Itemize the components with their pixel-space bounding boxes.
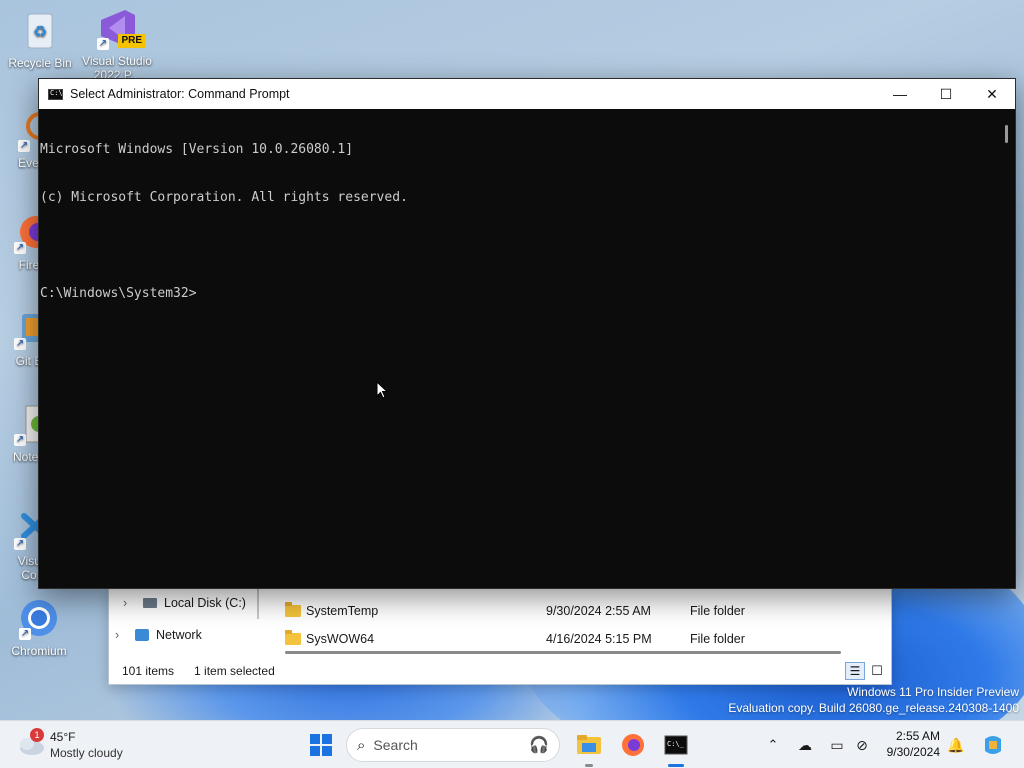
terminal-icon: C:\_ [664, 735, 688, 755]
horizontal-scrollbar[interactable] [285, 651, 841, 654]
folder-icon [285, 630, 301, 645]
start-button[interactable] [305, 729, 337, 761]
shortcut-arrow-icon: ↗ [14, 538, 26, 550]
taskbar: 1 45°F Mostly cloudy ⌕ Search 🎧 C:\_ ⌃ ☁… [0, 720, 1024, 768]
file-date: 4/16/2024 5:15 PM [546, 632, 652, 646]
shortcut-arrow-icon: ↗ [14, 434, 26, 446]
details-view-icon[interactable]: ☰ [845, 662, 865, 680]
onedrive-offline-icon[interactable]: ☁ [794, 729, 816, 761]
nav-item-network[interactable]: › Network [109, 623, 257, 647]
console-output[interactable]: Microsoft Windows [Version 10.0.26080.1]… [39, 109, 999, 588]
network-icon [135, 629, 149, 641]
watermark-line-2: Evaluation copy. Build 26080.ge_release.… [728, 701, 1019, 715]
taskbar-file-explorer[interactable] [573, 729, 605, 767]
vertical-scrollbar-thumb[interactable] [1005, 125, 1008, 143]
desktop-icon-label: Recycle Bin [8, 56, 72, 70]
pre-badge: PRE [118, 34, 145, 48]
file-type: File folder [690, 632, 745, 646]
clock-time[interactable]: 2:55 AM [878, 729, 940, 743]
status-bar: 101 items 1 item selected ☰ ☐ [109, 658, 891, 684]
desktop-icon-recycle-bin[interactable]: ♻ Recycle Bin [2, 8, 78, 70]
display-icon[interactable]: ▭ [827, 729, 847, 761]
explorer-nav-pane: › Local Disk (C:) › Network [109, 589, 257, 659]
recycle-bin-icon: ♻ [18, 8, 62, 52]
svg-text:C:\_: C:\_ [667, 740, 685, 748]
desktop-icon-chromium[interactable]: ↗ Chromium [1, 596, 77, 658]
file-date: 9/30/2024 2:55 AM [546, 604, 651, 618]
weather-widget[interactable]: 1 45°F Mostly cloudy [16, 728, 144, 763]
maximize-button[interactable]: ☐ [923, 79, 969, 109]
network-status-icon[interactable]: ⊘ [852, 729, 872, 761]
title-bar[interactable]: C:\ Select Administrator: Command Prompt… [39, 79, 1015, 109]
drive-icon [143, 598, 157, 608]
running-indicator [585, 764, 593, 767]
watermark-line-1: Windows 11 Pro Insider Preview [847, 685, 1019, 699]
folder-icon [285, 602, 301, 617]
console-line: Microsoft Windows [Version 10.0.26080.1] [40, 142, 354, 157]
desktop-icon-label: Visual Studio 2022 P... [82, 54, 152, 78]
clock-date[interactable]: 9/30/2024 [878, 745, 940, 759]
desktop-icon-visual-studio[interactable]: PRE ↗ Visual Studio 2022 P... [79, 6, 155, 78]
desktop-icon-label: Chromium [11, 644, 67, 658]
minimize-button[interactable]: — [877, 79, 923, 109]
search-icon: ⌕ [357, 736, 366, 754]
file-row[interactable]: SysWOW64 4/16/2024 5:15 PM File folder [285, 627, 855, 651]
selection-count: 1 item selected [194, 664, 275, 678]
file-type: File folder [690, 604, 745, 618]
weather-temp: 45°F [50, 730, 76, 744]
file-name: SystemTemp [306, 604, 379, 618]
taskbar-firefox[interactable] [617, 729, 649, 761]
console-line: (c) Microsoft Corporation. All rights re… [40, 190, 408, 205]
windows-logo-icon [310, 734, 332, 756]
mouse-cursor-icon [376, 381, 388, 399]
cmd-app-icon: C:\ [48, 88, 63, 100]
visual-studio-icon: PRE ↗ [95, 6, 145, 50]
shortcut-arrow-icon: ↗ [14, 338, 26, 350]
window-title: Select Administrator: Command Prompt [70, 87, 290, 101]
copilot-icon [985, 736, 1001, 754]
command-prompt-window[interactable]: C:\ Select Administrator: Command Prompt… [38, 78, 1016, 589]
file-explorer-window: › Local Disk (C:) › Network SystemTemp 9… [108, 588, 892, 685]
chromium-icon: ↗ [17, 596, 61, 640]
pane-splitter[interactable] [257, 589, 259, 619]
tiles-view-icon[interactable]: ☐ [867, 662, 887, 680]
close-button[interactable]: ✕ [969, 79, 1015, 109]
file-name: SysWOW64 [306, 632, 375, 646]
chevron-right-icon[interactable]: › [123, 596, 143, 610]
nav-item-local-disk[interactable]: › Local Disk (C:) [109, 591, 257, 615]
nav-item-label: Local Disk (C:) [164, 596, 246, 610]
console-prompt: C:\Windows\System32> [40, 286, 197, 301]
item-count: 101 items [122, 664, 175, 678]
shortcut-arrow-icon: ↗ [97, 38, 109, 50]
file-row[interactable]: SystemTemp 9/30/2024 2:55 AM File folder [285, 599, 855, 623]
show-hidden-icons-chevron-up-icon[interactable]: ⌃ [763, 729, 783, 761]
weather-condition: Mostly cloudy [50, 746, 123, 760]
search-highlight-icon: 🎧 [529, 737, 549, 754]
notification-bell-icon[interactable]: 🔔 [946, 729, 966, 761]
file-explorer-icon [577, 735, 601, 754]
active-indicator [668, 764, 684, 767]
chevron-right-icon[interactable]: › [115, 628, 135, 642]
taskbar-command-prompt[interactable]: C:\_ [660, 729, 692, 767]
svg-text:♻: ♻ [33, 22, 47, 41]
shortcut-arrow-icon: ↗ [14, 242, 26, 254]
shortcut-arrow-icon: ↗ [19, 628, 31, 640]
nav-item-label: Network [156, 628, 202, 642]
search-placeholder: Search [373, 737, 418, 753]
shortcut-arrow-icon: ↗ [18, 140, 30, 152]
firefox-icon [622, 734, 644, 756]
taskbar-search[interactable]: ⌕ Search 🎧 [346, 728, 560, 762]
weather-alert-badge: 1 [30, 728, 44, 742]
copilot-button[interactable] [978, 729, 1008, 761]
